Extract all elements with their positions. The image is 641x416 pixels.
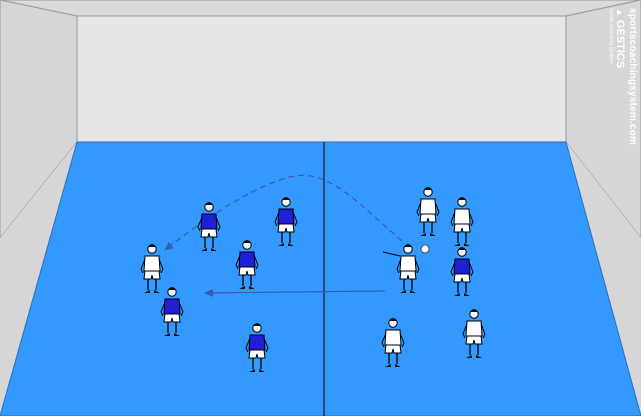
front-wall bbox=[76, 15, 567, 143]
ball bbox=[420, 244, 430, 254]
court-floor bbox=[0, 141, 641, 416]
room bbox=[0, 0, 641, 416]
court-illustration bbox=[0, 0, 641, 416]
ceiling bbox=[0, 0, 641, 17]
